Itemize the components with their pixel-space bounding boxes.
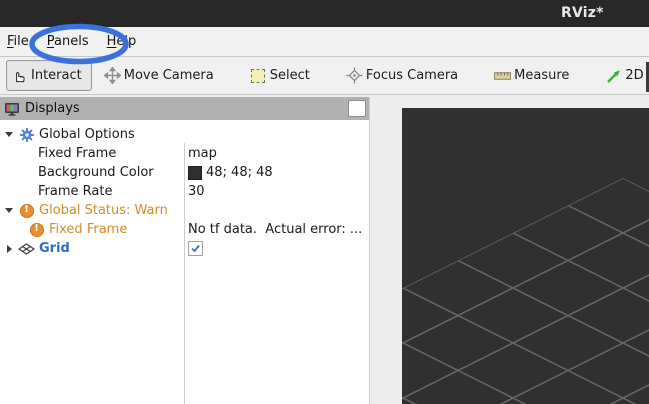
row-label: Fixed Frame (38, 146, 116, 161)
expander-down-icon[interactable] (0, 132, 18, 137)
viewport-grid (402, 108, 649, 404)
tool-button-interact[interactable]: Interact (6, 60, 92, 91)
row-value: No tf data. Actual error: ... (184, 222, 362, 237)
expander-right-icon[interactable] (0, 245, 18, 253)
menu-bar: File Panels Help (0, 27, 649, 57)
toolbar: Interact Move Camera Select (0, 57, 649, 95)
displays-panel-header[interactable]: Displays (0, 97, 369, 120)
row-label: Frame Rate (38, 184, 112, 199)
displays-panel: Displays (0, 97, 370, 404)
tool-label: Measure (514, 68, 569, 83)
warning-icon (28, 222, 45, 238)
tool-button-2d-pose-estimate[interactable]: 2D Pose Esti (600, 61, 649, 90)
displays-tree: Global Options Fixed Frame map Backgroun… (0, 120, 369, 404)
tree-row-fixed-frame[interactable]: Fixed Frame map (0, 144, 369, 163)
tree-row-grid[interactable]: Grid (0, 239, 369, 258)
monitor-icon (4, 101, 20, 117)
tool-button-select[interactable]: Select (245, 61, 315, 90)
select-box-icon (250, 67, 267, 84)
crosshair-icon (346, 67, 363, 84)
row-label: Background Color (38, 165, 154, 180)
panel-splitter[interactable] (370, 95, 402, 404)
tree-row-global-options[interactable]: Global Options (0, 125, 369, 144)
row-label: Global Status: Warn (39, 203, 168, 218)
3d-viewport[interactable] (402, 108, 649, 404)
grid-enabled-checkbox[interactable] (188, 241, 203, 256)
ruler-icon (494, 67, 511, 84)
menu-item-file[interactable]: File (0, 29, 38, 54)
warning-icon (18, 203, 35, 219)
panel-header-button[interactable] (348, 100, 366, 117)
row-label: Global Options (39, 127, 135, 142)
tree-row-fixed-frame-status[interactable]: Fixed Frame No tf data. Actual error: ..… (0, 220, 369, 239)
move-arrows-icon (104, 67, 121, 84)
expander-down-icon[interactable] (0, 208, 18, 213)
tool-button-measure[interactable]: Measure (489, 61, 574, 90)
tree-row-frame-rate[interactable]: Frame Rate 30 (0, 182, 369, 201)
row-label: Fixed Frame (49, 222, 127, 237)
rviz-window: RViz* File Panels Help Interact (0, 0, 649, 404)
window-titlebar: RViz* (0, 0, 649, 27)
tool-button-focus-camera[interactable]: Focus Camera (341, 61, 463, 90)
row-value[interactable]: 30 (184, 184, 205, 199)
window-title: RViz* (561, 5, 604, 21)
hand-pointer-icon (11, 67, 28, 84)
panel-title: Displays (25, 101, 80, 116)
tool-button-move-camera[interactable]: Move Camera (99, 61, 219, 90)
tool-label: Interact (31, 68, 82, 83)
menu-item-help[interactable]: Help (98, 29, 146, 54)
row-value[interactable]: map (184, 146, 217, 161)
row-value[interactable]: 48; 48; 48 (184, 165, 273, 180)
grid-icon (18, 241, 35, 257)
row-label: Grid (39, 241, 70, 256)
tree-row-background-color[interactable]: Background Color 48; 48; 48 (0, 163, 369, 182)
tool-label: Focus Camera (366, 68, 458, 83)
menu-item-panels[interactable]: Panels (38, 29, 98, 54)
color-swatch (188, 166, 202, 180)
tree-row-global-status[interactable]: Global Status: Warn (0, 201, 369, 220)
tool-label: Select (270, 68, 310, 83)
green-arrow-icon (605, 67, 622, 84)
tool-label: Move Camera (124, 68, 214, 83)
gear-icon (18, 127, 35, 143)
